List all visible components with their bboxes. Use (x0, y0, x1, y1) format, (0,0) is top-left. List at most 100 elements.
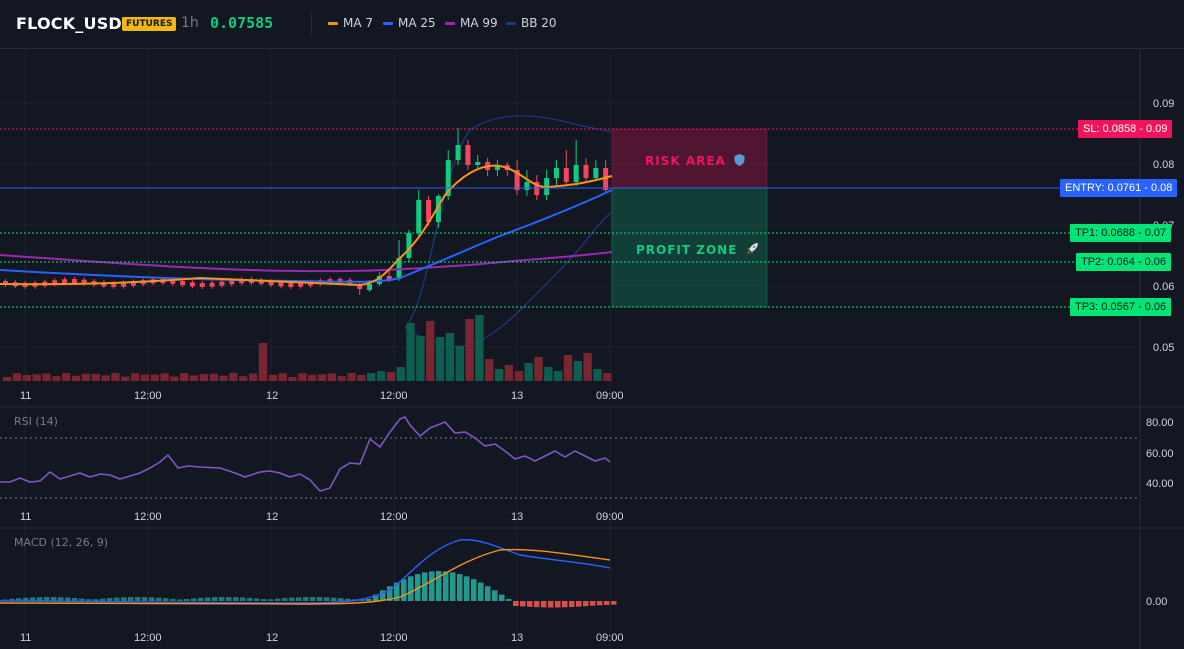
macd-hist-bar (303, 597, 309, 601)
candle-body (524, 182, 530, 190)
tp2-price-label[interactable]: TP2: 0.064 - 0.06 (1076, 253, 1171, 271)
macd-hist-bar (443, 571, 449, 601)
volume-bar (445, 333, 455, 381)
volume-bar (278, 373, 287, 381)
volume-bar (524, 363, 533, 381)
macd-hist-bar (289, 597, 295, 601)
macd-hist-bar (310, 597, 316, 601)
macd-hist-bar (499, 594, 505, 601)
volume-bar (544, 367, 553, 381)
macd-hist-bar (177, 599, 183, 601)
volume-bar (416, 336, 425, 381)
time-tick: 12 (266, 390, 278, 402)
volume-bar (130, 373, 140, 381)
risk-area-label: RISK AREA (645, 153, 745, 168)
candle-body (62, 279, 68, 284)
macd-hist-bar (506, 599, 512, 601)
candle-body (189, 282, 195, 287)
volume-bar (160, 373, 169, 381)
macd-hist-bar (471, 579, 477, 601)
volume-bar (563, 355, 573, 381)
macd-hist-bar (247, 597, 253, 601)
macd-hist-bar (184, 598, 190, 601)
macd-hist-bar (485, 586, 491, 601)
volume-bar (485, 359, 494, 381)
volume-bar (327, 373, 337, 381)
macd-hist-bar (282, 598, 288, 601)
time-tick: 12:00 (134, 511, 162, 523)
macd-title[interactable]: MACD (12, 26, 9) (14, 536, 108, 549)
macd-hist-bar (30, 597, 36, 601)
candle-body (367, 284, 373, 290)
macd-hist-bar (527, 601, 533, 607)
rsi-title[interactable]: RSI (14) (14, 415, 58, 428)
macd-hist-bar (611, 601, 617, 605)
macd-signal-line (0, 548, 611, 605)
macd-hist-bar (366, 599, 372, 601)
volume-bar (170, 376, 179, 381)
macd-hist-bar (324, 597, 330, 601)
macd-hist-bar (541, 601, 547, 608)
macd-hist-bar (338, 598, 344, 601)
rocket-icon (746, 243, 758, 254)
macd-hist-bar (107, 598, 113, 601)
volume-bar (42, 373, 51, 381)
candle-body (465, 145, 471, 165)
macd-hist-bar (562, 601, 568, 608)
macd-hist-bar (240, 597, 246, 601)
sl-price-label[interactable]: SL: 0.0858 - 0.09 (1078, 120, 1173, 138)
macd-hist-bar (121, 597, 127, 601)
time-tick: 12:00 (380, 511, 408, 523)
volume-bar (593, 369, 602, 381)
volume-bar (553, 371, 563, 381)
volume-bar (603, 373, 612, 381)
macd-hist-bar (163, 598, 169, 601)
rsi-tick: 80.00 (1146, 417, 1174, 429)
candle-body (573, 165, 579, 182)
macd-hist-bar (555, 601, 561, 608)
candle-body (475, 162, 481, 165)
candle-body (219, 281, 225, 286)
chart-canvas[interactable]: 0.09 0.08 0.07 0.06 0.05 11 12:00 12 12:… (0, 0, 1184, 649)
macd-hist-bar (198, 597, 204, 601)
macd-hist-bar (261, 599, 267, 601)
rsi-tick: 40.00 (1146, 478, 1174, 490)
shield-icon (734, 154, 745, 166)
candle-body (563, 168, 569, 182)
volume-bar (3, 377, 12, 381)
macd-hist-bar (254, 598, 260, 601)
volume-bar (426, 321, 435, 381)
tp1-price-label[interactable]: TP1: 0.0688 - 0.07 (1070, 224, 1172, 242)
volume-bar (121, 376, 130, 381)
rsi-tick: 60.00 (1146, 448, 1174, 460)
macd-hist-bar (576, 601, 582, 607)
volume-bar (406, 323, 415, 381)
time-tick: 12:00 (134, 632, 162, 644)
volume-bars (3, 315, 612, 381)
volume-bar (229, 373, 238, 381)
price-tick: 0.06 (1153, 281, 1174, 293)
horizontal-grid (0, 102, 1140, 348)
candle-body (278, 282, 284, 287)
macd-hist-bar (93, 599, 99, 601)
time-tick: 13 (511, 390, 523, 402)
volume-bar (298, 373, 307, 381)
tp3-price-label[interactable]: TP3: 0.0567 - 0.06 (1070, 298, 1172, 316)
entry-price-label[interactable]: ENTRY: 0.0761 - 0.08 (1060, 179, 1178, 197)
macd-hist-bar (128, 597, 134, 601)
macd-hist-bar (492, 590, 498, 601)
volume-bar (347, 373, 356, 381)
volume-bar (12, 373, 22, 381)
price-tick: 0.05 (1153, 342, 1174, 354)
volume-bar (376, 371, 386, 381)
volume-bar (81, 373, 91, 381)
price-tick: 0.09 (1153, 98, 1174, 110)
volume-bar (534, 357, 543, 381)
volume-bar (367, 373, 376, 381)
time-tick: 11 (20, 511, 31, 523)
volume-bar (288, 376, 297, 381)
main-time-axis: 11 12:00 12 12:00 13 09:00 (20, 390, 624, 402)
time-tick: 12:00 (380, 390, 408, 402)
volume-bar (308, 374, 317, 381)
time-tick: 09:00 (596, 632, 624, 644)
